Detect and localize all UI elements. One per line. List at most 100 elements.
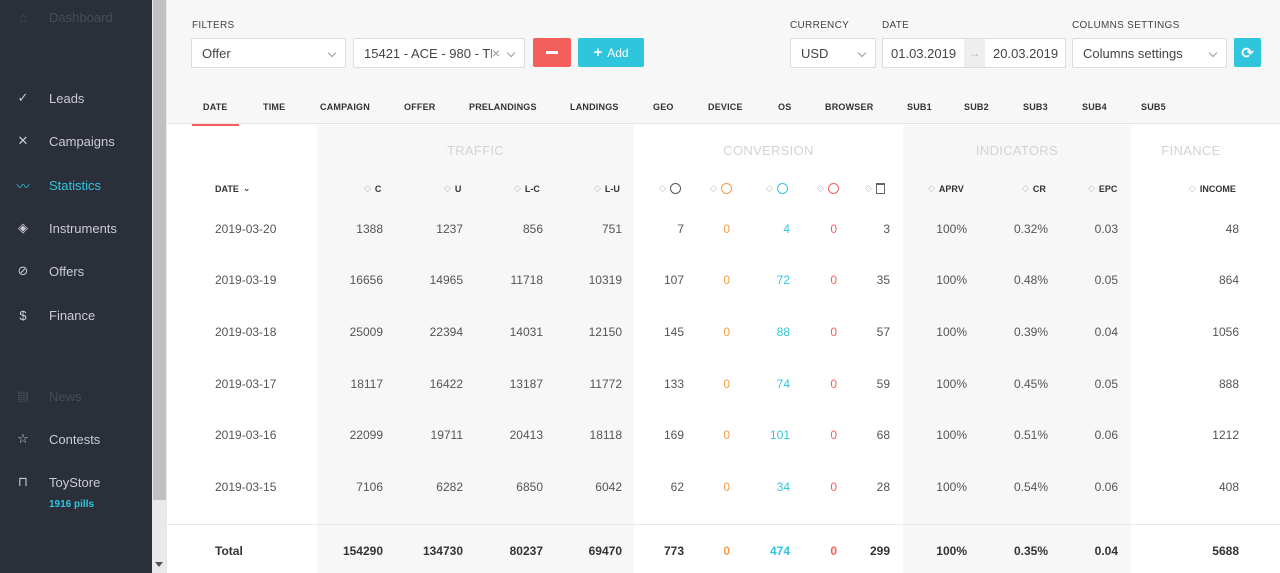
scrollbar-thumb[interactable] <box>153 0 166 500</box>
minus-icon <box>546 51 558 54</box>
tab-prelandings[interactable]: PRELANDINGS <box>469 90 537 124</box>
header-date[interactable]: DATE ⌄ <box>215 183 250 194</box>
sidebar-item-campaigns[interactable]: ✕ Campaigns <box>0 129 152 153</box>
tab-offer[interactable]: OFFER <box>404 90 436 124</box>
sidebar-item-finance[interactable]: $ Finance <box>0 303 152 327</box>
sort-icon: ◇ <box>865 183 872 193</box>
cell-income: 864 <box>1218 273 1239 287</box>
cell-rejected: 0 <box>830 428 837 442</box>
add-filter-button[interactable]: + Add <box>578 38 644 67</box>
cell-total: 7 <box>677 222 684 236</box>
total-total: 773 <box>663 544 684 558</box>
cell-c: 18117 <box>350 377 383 391</box>
tab-date[interactable]: DATE <box>192 90 239 126</box>
columns-settings-select[interactable]: Columns settings <box>1072 38 1227 68</box>
header-trash[interactable]: ◇ <box>865 183 885 194</box>
sidebar-item-contests[interactable]: ☆ Contests <box>0 427 152 451</box>
cell-rejected: 0 <box>830 377 837 391</box>
filter-value-select[interactable]: 15421 - ACE - 980 - TH × <box>353 38 525 68</box>
chevron-down-icon <box>1208 48 1218 58</box>
total-cr: 0.35% <box>1013 544 1048 558</box>
cell-u: 22394 <box>429 325 463 339</box>
tab-sub2[interactable]: SUB2 <box>964 90 989 124</box>
cell-date: 2019-03-16 <box>215 428 277 442</box>
header-lu[interactable]: ◇ L-U <box>594 183 620 194</box>
tab-time[interactable]: TIME <box>263 90 285 124</box>
add-button-label: Add <box>607 45 629 60</box>
date-from-input[interactable]: 01.03.2019 <box>882 38 965 68</box>
sort-icon: ◇ <box>514 183 521 193</box>
header-total-leads[interactable]: ◇ <box>659 183 681 194</box>
refresh-button[interactable]: ⟳ <box>1234 38 1261 67</box>
cell-aprv: 100% <box>936 273 967 287</box>
total-epc: 0.04 <box>1094 544 1118 558</box>
cell-cr: 0.54% <box>1013 480 1048 494</box>
filter-type-select[interactable]: Offer <box>191 38 346 68</box>
sidebar-item-toystore[interactable]: ⊓ ToyStore <box>0 470 152 494</box>
total-c: 154290 <box>342 544 383 558</box>
refresh-icon: ⟳ <box>1241 44 1254 62</box>
cell-aprv: 100% <box>936 325 967 339</box>
header-lc[interactable]: ◇ L-C <box>514 183 540 194</box>
sidebar-item-statistics[interactable]: 〰 Statistics <box>0 173 152 197</box>
check-circle-icon <box>776 183 788 194</box>
total-rejected: 0 <box>830 544 837 558</box>
tab-os[interactable]: OS <box>778 90 791 124</box>
cell-trash: 28 <box>876 480 890 494</box>
arrow-right-icon: → <box>964 38 985 68</box>
sidebar-item-news[interactable]: ▤ News <box>0 384 152 408</box>
cell-total: 62 <box>670 480 684 494</box>
tab-sub4[interactable]: SUB4 <box>1082 90 1107 124</box>
total-income: 5688 <box>1212 544 1239 558</box>
tab-campaign[interactable]: CAMPAIGN <box>320 90 370 124</box>
tab-sub5[interactable]: SUB5 <box>1141 90 1166 124</box>
header-c[interactable]: ◇ C <box>364 183 381 194</box>
cell-u: 19711 <box>430 428 463 442</box>
cell-cr: 0.32% <box>1013 222 1048 236</box>
cell-lc: 11718 <box>510 273 543 287</box>
sidebar-item-label: ToyStore <box>49 474 101 490</box>
cell-income: 1056 <box>1212 325 1239 339</box>
sidebar-item-label: Finance <box>49 307 96 323</box>
sidebar-item-offers[interactable]: ⊘ Offers <box>0 259 152 283</box>
cell-date: 2019-03-15 <box>215 480 277 494</box>
header-hold[interactable]: ◇ <box>710 183 732 194</box>
tab-sub3[interactable]: SUB3 <box>1023 90 1048 124</box>
sidebar-item-leads[interactable]: ✓ Leads <box>0 86 152 110</box>
header-cr[interactable]: ◇ CR <box>1022 183 1046 194</box>
cell-rejected: 0 <box>830 222 837 236</box>
tab-device[interactable]: DEVICE <box>708 90 743 124</box>
cell-rejected: 0 <box>830 273 837 287</box>
sort-icon: ◇ <box>817 183 824 193</box>
header-income[interactable]: ◇ INCOME <box>1189 183 1236 194</box>
remove-filter-button[interactable] <box>533 38 571 67</box>
header-u[interactable]: ◇ U <box>444 183 461 194</box>
header-approved[interactable]: ◇ <box>766 183 788 194</box>
scroll-down-arrow-icon[interactable] <box>155 562 163 567</box>
cell-cr: 0.45% <box>1013 377 1048 391</box>
date-to-input[interactable]: 20.03.2019 <box>985 38 1066 68</box>
tab-landings[interactable]: LANDINGS <box>570 90 619 124</box>
currency-select[interactable]: USD <box>790 38 876 68</box>
cell-hold: 0 <box>723 428 730 442</box>
cell-aprv: 100% <box>936 377 967 391</box>
total-approved: 474 <box>769 544 790 558</box>
cell-trash: 59 <box>876 377 890 391</box>
sidebar-item-label: Dashboard <box>49 9 113 25</box>
cell-u: 14965 <box>429 273 463 287</box>
sort-icon: ◇ <box>766 183 773 193</box>
tab-geo[interactable]: GEO <box>653 90 674 124</box>
cell-cr: 0.51% <box>1013 428 1048 442</box>
tab-sub1[interactable]: SUB1 <box>907 90 932 124</box>
sidebar: ⌂ Dashboard ✓ Leads ✕ Campaigns 〰 Statis… <box>0 0 152 573</box>
bag-icon: ⊓ <box>17 474 29 489</box>
header-epc[interactable]: ◇ EPC <box>1088 183 1117 194</box>
tab-browser[interactable]: BROWSER <box>825 90 873 124</box>
sidebar-item-dashboard[interactable]: ⌂ Dashboard <box>0 5 152 29</box>
cell-trash: 57 <box>876 325 890 339</box>
sort-icon: ◇ <box>594 183 601 193</box>
header-aprv[interactable]: ◇ APRV <box>928 183 964 194</box>
header-rejected[interactable]: ◇ <box>817 183 839 194</box>
clear-icon[interactable]: × <box>492 45 500 61</box>
sidebar-item-instruments[interactable]: ◈ Instruments <box>0 216 152 240</box>
